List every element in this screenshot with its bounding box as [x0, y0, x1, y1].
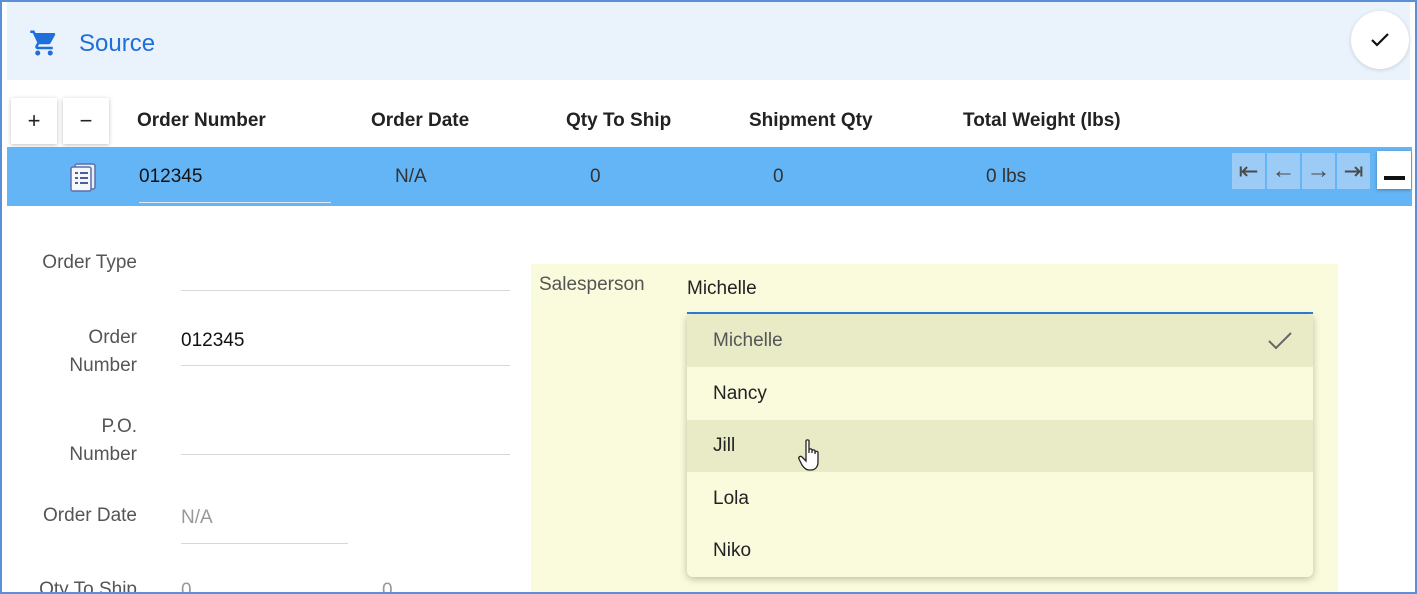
- source-panel: Source + − Order Number Order Date Qty T…: [0, 0, 1417, 594]
- minus-icon: [1384, 176, 1405, 180]
- salesperson-label: Salesperson: [539, 274, 645, 295]
- first-record-button[interactable]: ⇤: [1232, 153, 1265, 189]
- order-number-underline: [181, 365, 510, 366]
- cell-order-number-underline: [139, 202, 331, 203]
- add-row-button[interactable]: +: [11, 98, 57, 144]
- cart-icon: [30, 30, 56, 56]
- check-icon: [1371, 33, 1389, 47]
- column-header-order-date[interactable]: Order Date: [371, 110, 469, 132]
- qty-to-ship-field-secondary: 0: [382, 580, 393, 594]
- cell-total-weight: 0 lbs: [986, 166, 1027, 187]
- collapse-row-button[interactable]: [1377, 151, 1411, 189]
- order-date-label: Order Date: [43, 505, 137, 526]
- option-label: Lola: [713, 488, 749, 509]
- cell-order-number[interactable]: 012345: [139, 166, 202, 188]
- order-number-label-line2: Number: [69, 355, 137, 376]
- check-icon: [1268, 332, 1292, 350]
- table-row[interactable]: 012345 N/A 0 0 0 lbs ⇤ ← → ⇥: [7, 147, 1412, 206]
- order-date-field: N/A: [181, 507, 213, 528]
- option-label: Michelle: [713, 330, 783, 351]
- panel-header: Source: [7, 2, 1410, 80]
- salesperson-select[interactable]: Michelle: [687, 278, 757, 300]
- next-record-button[interactable]: →: [1302, 153, 1335, 189]
- salesperson-dropdown: Michelle Nancy Jill Lola Niko: [687, 315, 1313, 577]
- column-header-order-number[interactable]: Order Number: [137, 110, 266, 132]
- option-label: Nancy: [713, 383, 767, 404]
- last-record-button[interactable]: ⇥: [1337, 153, 1370, 189]
- column-header-shipment-qty[interactable]: Shipment Qty: [749, 110, 873, 132]
- po-number-label-line1: P.O.: [101, 416, 137, 437]
- option-label: Niko: [713, 540, 752, 561]
- confirm-button[interactable]: [1351, 11, 1409, 69]
- previous-record-button[interactable]: ←: [1267, 153, 1300, 189]
- dropdown-option-lola[interactable]: Lola: [687, 473, 1313, 525]
- po-number-underline: [181, 454, 510, 455]
- dropdown-option-jill[interactable]: Jill: [687, 420, 1313, 472]
- dropdown-option-nancy[interactable]: Nancy: [687, 368, 1313, 420]
- column-header-qty-to-ship[interactable]: Qty To Ship: [566, 110, 671, 132]
- record-navigation: ⇤ ← → ⇥: [1232, 153, 1370, 189]
- panel-title: Source: [79, 30, 156, 57]
- remove-row-button[interactable]: −: [63, 98, 109, 144]
- dropdown-option-michelle[interactable]: Michelle: [687, 315, 1313, 367]
- cell-order-date: N/A: [395, 166, 427, 187]
- option-label: Jill: [713, 435, 736, 456]
- dropdown-option-niko[interactable]: Niko: [687, 525, 1313, 577]
- document-list-icon[interactable]: [67, 161, 99, 193]
- order-number-label-line1: Order: [88, 327, 137, 348]
- qty-to-ship-label: Qty To Ship: [39, 579, 137, 594]
- cell-qty-to-ship: 0: [590, 166, 601, 187]
- column-header-total-weight[interactable]: Total Weight (lbs): [963, 110, 1121, 132]
- salesperson-underline: [687, 312, 1313, 314]
- order-number-field[interactable]: 012345: [181, 330, 244, 352]
- po-number-label-line2: Number: [69, 444, 137, 465]
- order-date-underline: [181, 543, 348, 544]
- cell-shipment-qty: 0: [773, 166, 784, 187]
- order-type-underline: [181, 290, 510, 291]
- hand-pointer-icon: [798, 439, 819, 471]
- qty-to-ship-field: 0: [181, 580, 192, 594]
- order-type-label: Order Type: [42, 252, 137, 273]
